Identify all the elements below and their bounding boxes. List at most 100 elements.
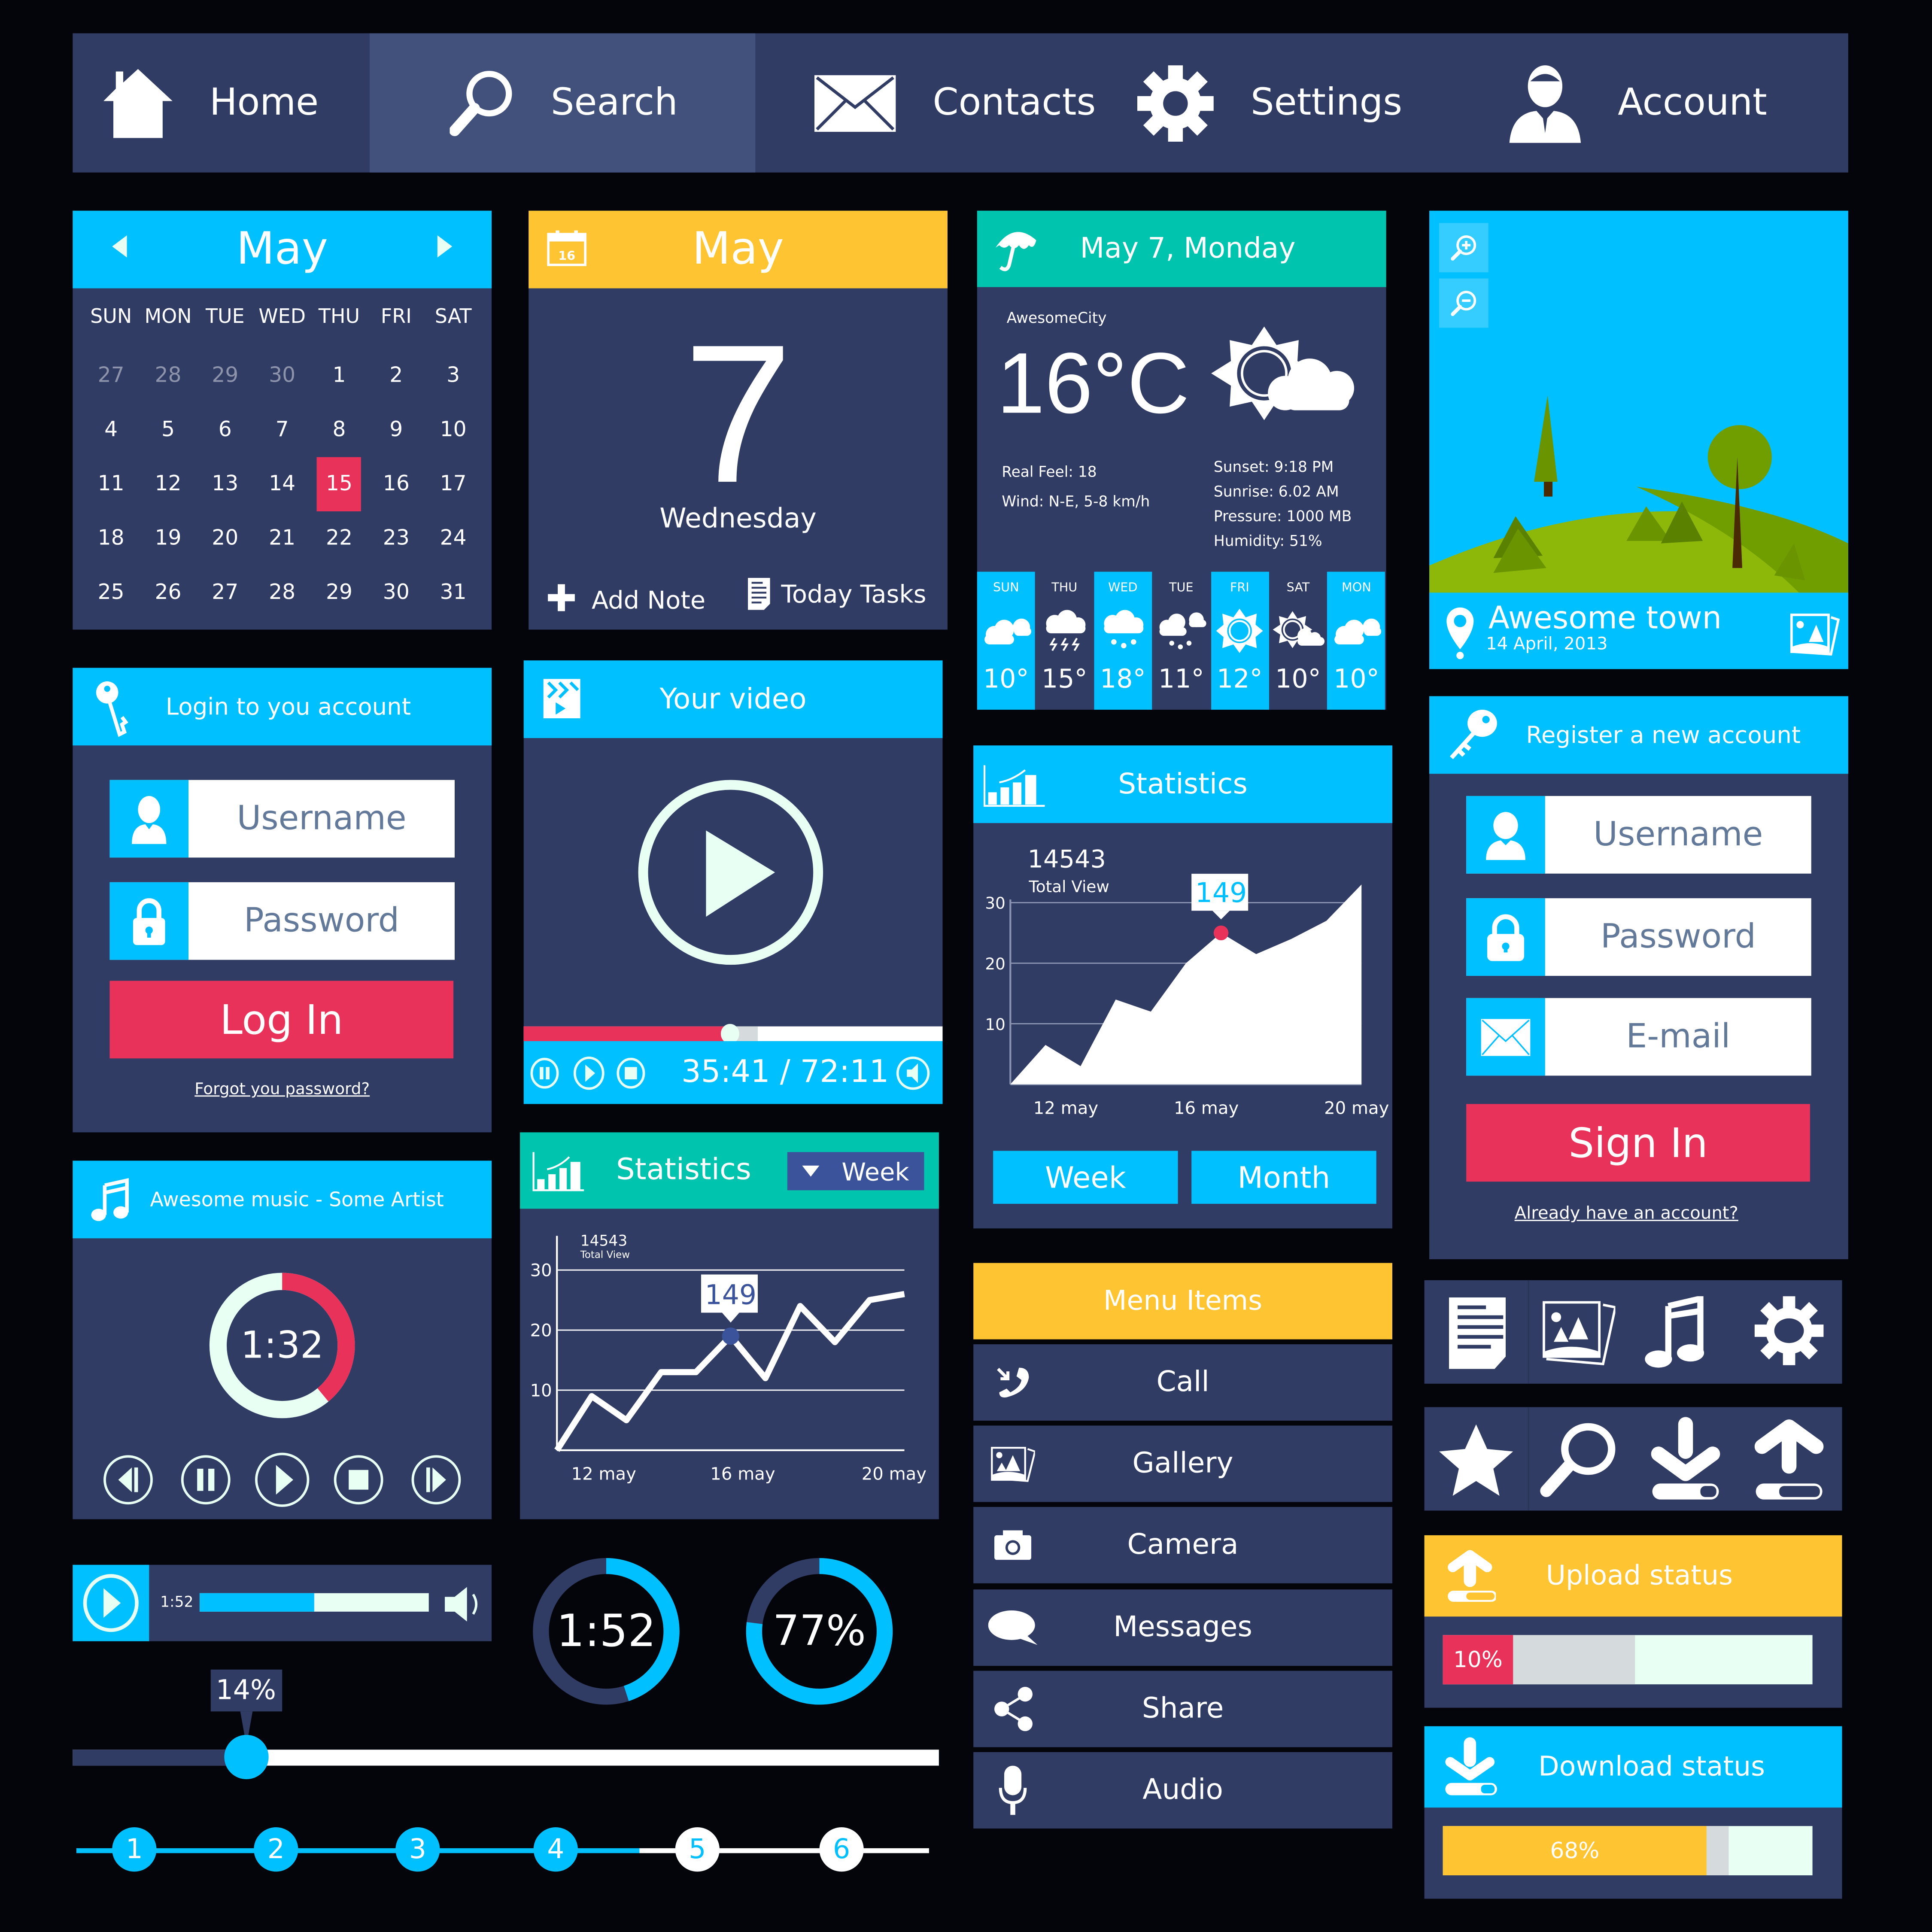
- forecast-day[interactable]: TUE 11°: [1152, 571, 1210, 710]
- zoom-out-button[interactable]: [1439, 278, 1488, 328]
- calendar-day[interactable]: 25: [82, 565, 140, 620]
- menu-item-gallery[interactable]: Gallery: [973, 1426, 1392, 1502]
- calendar-day[interactable]: 2: [368, 349, 425, 403]
- nav-settings[interactable]: Settings: [1106, 33, 1472, 172]
- forecast-day[interactable]: SUN 10°: [977, 571, 1035, 710]
- calendar-day[interactable]: 20: [197, 511, 254, 565]
- calendar-day[interactable]: 21: [254, 511, 311, 565]
- nav-contacts[interactable]: Contacts: [755, 33, 1106, 172]
- calendar-day[interactable]: 14: [254, 457, 311, 511]
- play-button[interactable]: [637, 779, 824, 966]
- calendar-day[interactable]: 31: [425, 565, 482, 620]
- next-button[interactable]: [410, 1454, 462, 1506]
- calendar-day[interactable]: 17: [425, 457, 482, 511]
- menu-item-call[interactable]: Call: [973, 1344, 1392, 1421]
- calendar-day[interactable]: 27: [82, 349, 140, 403]
- calendar-day[interactable]: 24: [425, 511, 482, 565]
- volume-icon[interactable]: [445, 1585, 482, 1624]
- calendar-day[interactable]: 7: [254, 403, 311, 457]
- forecast-day[interactable]: MON 10°: [1327, 571, 1385, 710]
- play-button[interactable]: [254, 1452, 310, 1508]
- music-note-icon[interactable]: [1643, 1296, 1705, 1368]
- search-icon[interactable]: [1539, 1419, 1616, 1501]
- menu-item-messages[interactable]: Messages: [973, 1589, 1392, 1665]
- step-4[interactable]: 4: [533, 1827, 578, 1872]
- forgot-password-link[interactable]: Forgot you password?: [73, 1081, 492, 1099]
- prev-month-button[interactable]: [112, 235, 127, 258]
- calendar-day[interactable]: 9: [368, 403, 425, 457]
- upload-icon[interactable]: [1754, 1417, 1824, 1503]
- step-3[interactable]: 3: [395, 1827, 440, 1872]
- week-button[interactable]: Week: [993, 1151, 1178, 1204]
- calendar-day[interactable]: 29: [197, 349, 254, 403]
- volume-button[interactable]: [896, 1056, 930, 1091]
- slider-handle[interactable]: [224, 1735, 268, 1780]
- download-icon[interactable]: [1651, 1417, 1720, 1503]
- nav-search[interactable]: Search: [369, 33, 756, 173]
- stop-button[interactable]: [333, 1454, 385, 1506]
- menu-item-camera[interactable]: Camera: [973, 1507, 1392, 1584]
- calendar-day[interactable]: 8: [311, 403, 368, 457]
- calendar-day[interactable]: 6: [197, 403, 254, 457]
- step-6[interactable]: 6: [819, 1827, 864, 1872]
- zoom-in-button[interactable]: [1439, 223, 1488, 273]
- calendar-day[interactable]: 30: [254, 349, 311, 403]
- video-progress-bar[interactable]: [523, 1024, 943, 1044]
- pause-button[interactable]: [530, 1057, 559, 1089]
- login-button[interactable]: Log In: [109, 981, 454, 1059]
- calendar-day[interactable]: 10: [425, 403, 482, 457]
- gear-icon[interactable]: [1754, 1296, 1824, 1365]
- calendar-day[interactable]: 1: [311, 349, 368, 403]
- nav-home[interactable]: Home: [73, 33, 370, 172]
- calendar-day[interactable]: 30: [368, 565, 425, 620]
- menu-item-share[interactable]: Share: [973, 1671, 1392, 1747]
- forecast-day[interactable]: FRI 12°: [1210, 571, 1269, 710]
- calendar-day[interactable]: 13: [197, 457, 254, 511]
- calendar-day[interactable]: 23: [368, 511, 425, 565]
- today-tasks-button[interactable]: Today Tasks: [748, 577, 927, 610]
- already-have-account-link[interactable]: Already have an account?: [1429, 1204, 1848, 1224]
- calendar-day-selected[interactable]: 15: [316, 457, 362, 512]
- calendar-day[interactable]: 28: [254, 565, 311, 620]
- sign-in-button[interactable]: Sign In: [1466, 1104, 1810, 1182]
- nav-account[interactable]: Account: [1473, 33, 1848, 172]
- calendar-day[interactable]: 12: [140, 457, 197, 511]
- gallery-icon[interactable]: [1789, 610, 1841, 657]
- calendar-day[interactable]: 19: [140, 511, 197, 565]
- pause-button[interactable]: [180, 1454, 232, 1506]
- calendar-day[interactable]: 26: [140, 565, 197, 620]
- calendar-day[interactable]: 3: [425, 349, 482, 403]
- stop-button[interactable]: [616, 1057, 646, 1089]
- calendar-day[interactable]: 22: [311, 511, 368, 565]
- video-scrubber[interactable]: [720, 1024, 739, 1044]
- period-dropdown[interactable]: Week: [787, 1152, 924, 1191]
- calendar-day[interactable]: 28: [140, 349, 197, 403]
- menu-item-audio[interactable]: Audio: [973, 1752, 1392, 1829]
- forecast-day[interactable]: THU 15°: [1035, 571, 1094, 710]
- calendar-day[interactable]: 4: [82, 403, 140, 457]
- step-5[interactable]: 5: [675, 1827, 720, 1872]
- gallery-icon[interactable]: [1541, 1295, 1616, 1366]
- register-email-field[interactable]: E-mail: [1466, 998, 1811, 1076]
- star-icon[interactable]: [1439, 1422, 1513, 1496]
- register-password-field[interactable]: Password: [1466, 898, 1811, 976]
- next-month-button[interactable]: [437, 235, 453, 258]
- calendar-day[interactable]: 16: [368, 457, 425, 511]
- forecast-day[interactable]: SAT 10°: [1269, 571, 1327, 710]
- document-icon[interactable]: [1449, 1297, 1506, 1369]
- register-username-field[interactable]: Username: [1466, 796, 1811, 874]
- mini-play-button[interactable]: [73, 1564, 149, 1641]
- add-note-button[interactable]: ✚ Add Note: [546, 578, 705, 621]
- play-small-button[interactable]: [573, 1056, 605, 1091]
- calendar-day[interactable]: 18: [82, 511, 140, 565]
- forecast-day[interactable]: WED 18°: [1094, 571, 1152, 710]
- login-username-field[interactable]: Username: [109, 780, 455, 858]
- step-1[interactable]: 1: [112, 1827, 157, 1872]
- login-password-field[interactable]: Password: [109, 882, 455, 960]
- calendar-day[interactable]: 27: [197, 565, 254, 620]
- slider-track[interactable]: [73, 1750, 939, 1766]
- mini-player-progress[interactable]: [199, 1593, 429, 1612]
- calendar-day[interactable]: 11: [82, 457, 140, 511]
- calendar-day[interactable]: 5: [140, 403, 197, 457]
- month-button[interactable]: Month: [1191, 1151, 1376, 1204]
